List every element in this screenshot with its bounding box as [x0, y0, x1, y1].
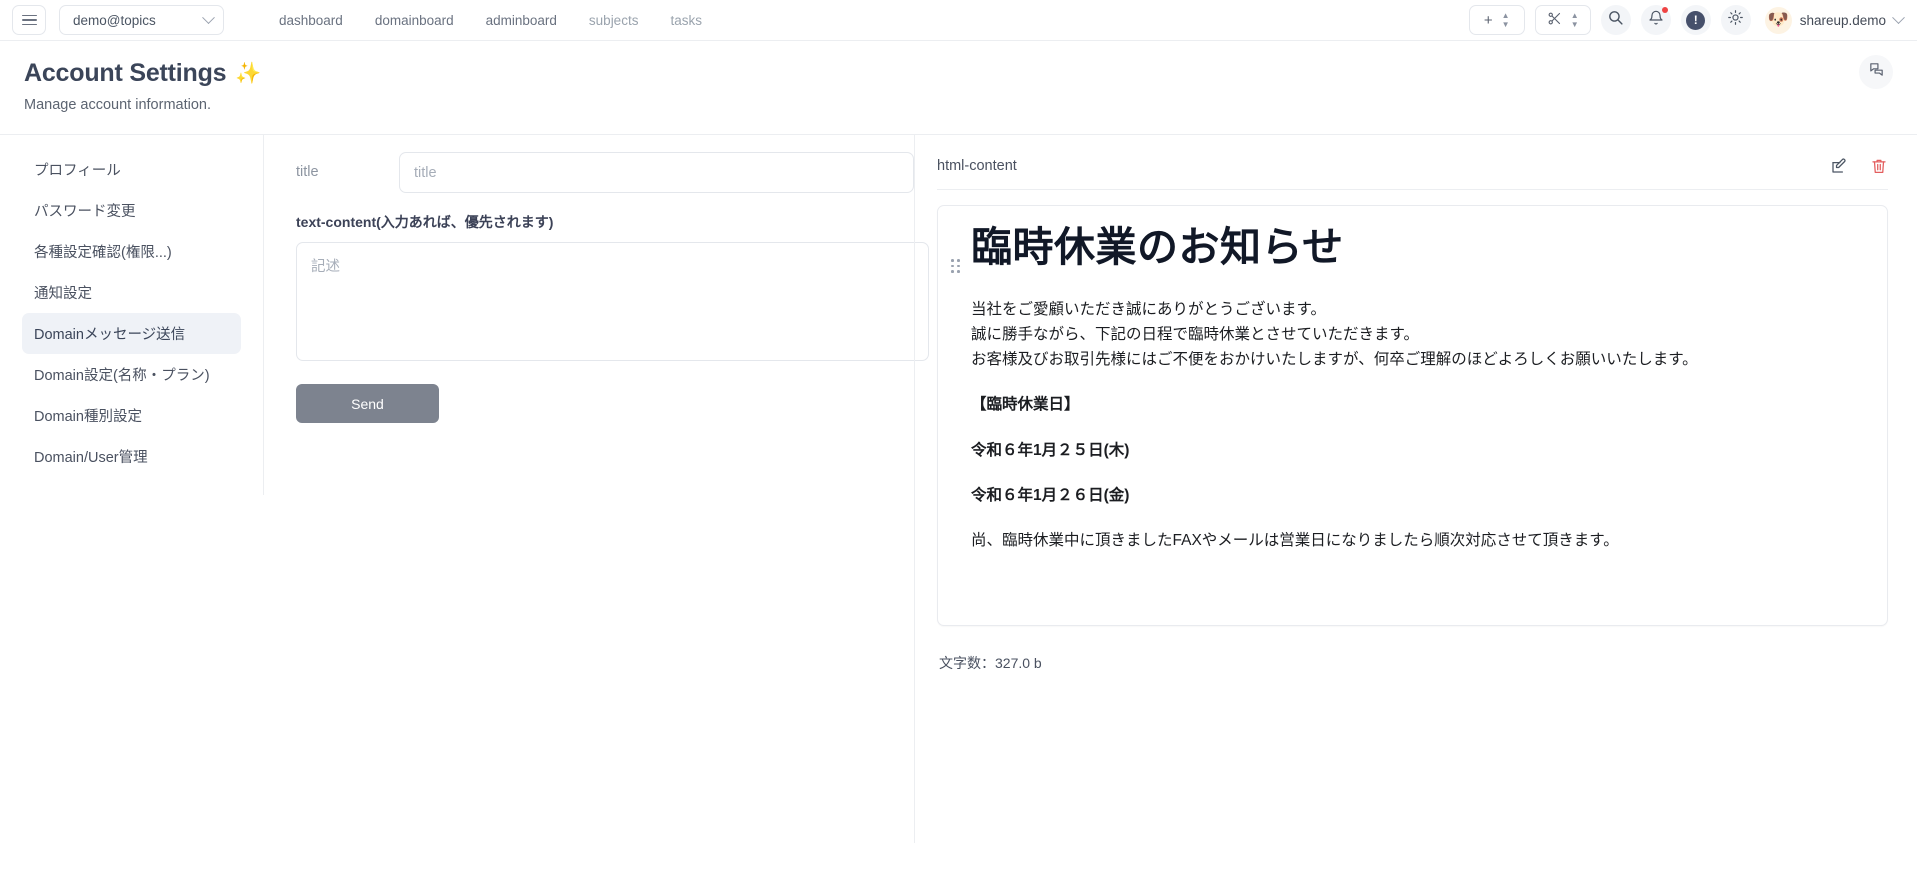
- add-stepper[interactable]: + ▲ ▼: [1468, 5, 1525, 35]
- bell-icon: [1648, 10, 1664, 31]
- nav-item-dashboard[interactable]: dashboard: [279, 13, 343, 28]
- sidebar-item-domain-user-management[interactable]: Domain/User管理: [22, 436, 241, 477]
- page-title-text: Account Settings: [24, 59, 227, 87]
- notification-badge: [1661, 7, 1668, 13]
- sidebar-item-profile[interactable]: プロフィール: [22, 149, 241, 190]
- search-button[interactable]: [1600, 5, 1631, 35]
- preview-heading: 臨時休業のお知らせ: [971, 224, 1344, 270]
- sun-icon: [1727, 9, 1744, 31]
- preview-paragraph-3: お客様及びお取引先様にはご不便をおかけいたしますが、何卒ご理解のほどよろしくお願…: [971, 351, 1698, 369]
- preview-paragraph-2: 誠に勝手ながら、下記の日程で臨時休業とさせていただきます。: [971, 326, 1419, 344]
- theme-toggle-button[interactable]: [1720, 5, 1751, 35]
- preview-date-1: 令和６年1月２５日(木): [971, 441, 1130, 459]
- plus-icon: +: [1483, 11, 1493, 29]
- text-content-textarea[interactable]: [296, 242, 929, 361]
- sidebar-item-domain-type-settings[interactable]: Domain種別設定: [22, 395, 241, 436]
- preview-date-2: 令和６年1月２６日(金): [971, 486, 1130, 504]
- title-row: title: [296, 152, 914, 193]
- user-menu[interactable]: 🐶 shareup.demo: [1764, 6, 1905, 34]
- trash-icon[interactable]: [1870, 157, 1888, 175]
- hamburger-menu-button[interactable]: [12, 5, 46, 35]
- panel-title: html-content: [937, 158, 1017, 174]
- sidebar-item-domain-settings[interactable]: Domain設定(名称・プラン): [22, 354, 241, 395]
- html-content-card: 臨時休業のお知らせ 当社をご愛顧いただき誠にありがとうございます。 誠に勝手なが…: [937, 205, 1888, 626]
- edit-pencil-icon[interactable]: [1830, 157, 1848, 175]
- preview-paragraph-1: 当社をご愛顧いただき誠にありがとうございます。: [971, 301, 1326, 319]
- search-icon: [1607, 9, 1624, 31]
- nav-item-domainboard[interactable]: domainboard: [375, 13, 454, 28]
- text-content-label: text-content(入力あれば、優先されます): [296, 214, 554, 230]
- panel-divider: [937, 189, 1888, 190]
- main-nav: dashboard domainboard adminboard subject…: [279, 13, 702, 28]
- scissors-icon: [1547, 11, 1562, 29]
- page-title: Account Settings ✨: [24, 59, 1893, 88]
- avatar: 🐶: [1764, 6, 1792, 34]
- nav-item-tasks[interactable]: tasks: [670, 13, 702, 28]
- chat-bubbles-icon: [1868, 61, 1885, 83]
- info-button[interactable]: !: [1680, 5, 1711, 35]
- settings-sidebar: プロフィール パスワード変更 各種設定確認(権限...) 通知設定 Domain…: [0, 135, 264, 495]
- user-name: shareup.demo: [1799, 12, 1886, 28]
- top-bar-actions: + ▲ ▼ ▲ ▼ ! 🐶 shareup.demo: [1468, 5, 1905, 35]
- chevron-updown-icon: ▲ ▼: [1570, 11, 1579, 29]
- nav-item-subjects[interactable]: subjects: [589, 13, 639, 28]
- send-button[interactable]: Send: [296, 384, 439, 423]
- preview-closing: 尚、臨時休業中に頂きましたFAXやメールは営業日になりましたら順次対応させて頂き…: [971, 531, 1619, 549]
- preview-section-label: 【臨時休業日】: [971, 396, 1080, 414]
- hamburger-icon: [21, 14, 37, 26]
- chevron-down-icon: [202, 10, 215, 24]
- info-circle-icon: !: [1686, 10, 1706, 30]
- chevron-updown-icon: ▲ ▼: [1501, 11, 1510, 29]
- sidebar-item-notification-settings[interactable]: 通知設定: [22, 272, 241, 313]
- html-content-panel: html-content 臨時休業のお知らせ 当社をご愛顧いただき誠にありがとう…: [914, 135, 1917, 843]
- message-form: title text-content(入力あれば、優先されます) Send: [264, 135, 929, 843]
- main-layout: プロフィール パスワード変更 各種設定確認(権限...) 通知設定 Domain…: [0, 135, 1917, 843]
- top-bar: demo@topics dashboard domainboard adminb…: [0, 0, 1917, 41]
- notifications-button[interactable]: [1640, 5, 1671, 35]
- page-subtitle: Manage account information.: [24, 97, 211, 113]
- sparkles-icon: ✨: [235, 61, 262, 85]
- sidebar-item-settings-check[interactable]: 各種設定確認(権限...): [22, 231, 241, 272]
- domain-selector[interactable]: demo@topics: [59, 5, 224, 35]
- drag-handle-icon[interactable]: [951, 259, 960, 273]
- chevron-down-icon: [1892, 10, 1905, 24]
- title-label: title: [296, 164, 319, 180]
- page-header: Account Settings ✨ Manage account inform…: [0, 41, 1917, 113]
- domain-selector-value: demo@topics: [73, 12, 156, 28]
- sidebar-item-domain-message-send[interactable]: Domainメッセージ送信: [22, 313, 241, 354]
- cut-stepper[interactable]: ▲ ▼: [1534, 5, 1591, 35]
- chat-button[interactable]: [1859, 55, 1893, 89]
- panel-header: html-content: [937, 149, 1888, 183]
- character-count: 文字数：327.0 b: [939, 655, 1042, 671]
- sidebar-item-password-change[interactable]: パスワード変更: [22, 190, 241, 231]
- panel-actions: [1830, 157, 1888, 175]
- nav-item-adminboard[interactable]: adminboard: [486, 13, 557, 28]
- preview-document: 臨時休業のお知らせ 当社をご愛顧いただき誠にありがとうございます。 誠に勝手なが…: [952, 224, 1863, 553]
- title-input[interactable]: [399, 152, 914, 193]
